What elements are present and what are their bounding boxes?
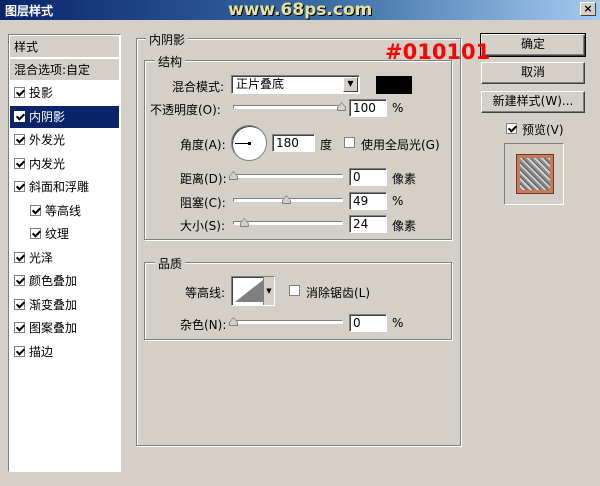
styles-list: 样式 混合选项:自定 投影内阴影外发光内发光斜面和浮雕等高线纹理光泽颜色叠加渐变…	[8, 34, 121, 472]
style-item-label: 内阴影	[29, 109, 66, 124]
distance-slider[interactable]	[229, 171, 343, 180]
choke-label: 阻塞(C):	[180, 196, 226, 210]
style-item-checkbox[interactable]	[14, 87, 25, 98]
angle-hub	[248, 142, 251, 145]
noise-unit: %	[392, 316, 404, 330]
style-item-label: 渐变叠加	[29, 297, 78, 312]
preview-checkbox[interactable]	[506, 123, 517, 134]
choke-input[interactable]: 49	[349, 192, 387, 210]
distance-unit: 像素	[392, 172, 417, 186]
style-item-label: 描边	[29, 344, 54, 359]
noise-label: 杂色(N):	[180, 318, 227, 332]
style-preview	[504, 143, 564, 205]
style-item[interactable]: 内阴影	[10, 105, 119, 128]
style-item[interactable]: 内发光	[10, 153, 119, 175]
watermark-text: www.68ps.com	[228, 0, 373, 20]
style-item-checkbox[interactable]	[14, 298, 25, 310]
anti-alias-label: 消除锯齿(L)	[306, 286, 371, 300]
close-button[interactable]: ×	[580, 2, 596, 16]
chevron-down-icon: ▼	[343, 77, 358, 92]
contour-label: 等高线:	[185, 286, 226, 300]
blend-mode-select[interactable]: 正片叠底 ▼	[231, 75, 360, 94]
opacity-label: 不透明度(O):	[150, 103, 221, 117]
angle-input[interactable]: 180	[272, 134, 315, 152]
preview-thumbnail	[516, 154, 554, 194]
angle-dial[interactable]	[231, 125, 267, 161]
global-light-label: 使用全局光(G)	[361, 138, 440, 152]
style-item[interactable]: 纹理	[10, 223, 119, 245]
global-light-checkbox[interactable]	[344, 137, 355, 148]
style-item-label: 纹理	[45, 227, 70, 241]
style-item-label: 等高线	[45, 203, 82, 218]
shadow-color-swatch[interactable]	[376, 76, 412, 94]
angle-unit: 度	[320, 138, 333, 152]
choke-unit: %	[392, 194, 404, 208]
blend-mode-label: 混合模式:	[172, 80, 225, 94]
style-item-checkbox[interactable]	[14, 134, 25, 145]
style-item-label: 图案叠加	[29, 321, 78, 335]
layer-style-dialog: 图层样式 www.68ps.com × #010101 样式 混合选项:自定 投…	[0, 0, 600, 486]
new-style-button[interactable]: 新建样式(W)...	[481, 91, 585, 113]
style-item-checkbox[interactable]	[14, 275, 25, 286]
noise-input[interactable]: 0	[349, 314, 387, 332]
size-label: 大小(S):	[180, 219, 226, 233]
inner-shadow-title: 内阴影	[146, 31, 189, 48]
style-item-label: 投影	[29, 86, 54, 100]
blend-options-item[interactable]: 混合选项:自定	[10, 59, 119, 81]
style-item-label: 外发光	[29, 133, 66, 147]
style-item-checkbox[interactable]	[14, 322, 25, 333]
size-input[interactable]: 24	[349, 215, 387, 233]
cancel-button[interactable]: 取消	[481, 62, 585, 84]
style-item-checkbox[interactable]	[30, 228, 41, 239]
style-item[interactable]: 渐变叠加	[10, 294, 119, 316]
styles-header[interactable]: 样式	[10, 36, 119, 58]
style-item-checkbox[interactable]	[14, 345, 25, 357]
distance-label: 距离(D):	[180, 172, 227, 186]
style-item-label: 颜色叠加	[29, 274, 78, 288]
distance-input[interactable]: 0	[349, 168, 387, 186]
style-item[interactable]: 等高线	[10, 200, 119, 222]
size-unit: 像素	[392, 219, 417, 233]
style-item[interactable]: 颜色叠加	[10, 270, 119, 292]
ok-button[interactable]: 确定	[480, 33, 586, 57]
style-item[interactable]: 投影	[10, 82, 119, 104]
opacity-input[interactable]: 100	[349, 99, 387, 117]
quality-title: 品质	[155, 255, 186, 272]
size-slider[interactable]	[233, 218, 343, 227]
style-item-checkbox[interactable]	[14, 110, 25, 122]
preview-label: 预览(V)	[522, 123, 564, 137]
style-item[interactable]: 外发光	[10, 129, 119, 151]
choke-slider[interactable]	[233, 195, 343, 204]
style-item-checkbox[interactable]	[30, 204, 41, 216]
style-item[interactable]: 描边	[10, 341, 119, 363]
style-item[interactable]: 图案叠加	[10, 317, 119, 339]
opacity-unit: %	[392, 101, 404, 115]
style-item-label: 光泽	[29, 250, 54, 265]
noise-slider[interactable]	[229, 317, 343, 326]
structure-title: 结构	[155, 53, 186, 70]
style-item-checkbox[interactable]	[14, 181, 25, 192]
angle-label: 角度(A):	[180, 138, 226, 152]
style-item-label: 斜面和浮雕	[29, 180, 90, 194]
style-item-checkbox[interactable]	[14, 251, 25, 263]
contour-picker[interactable]: ▼	[231, 276, 275, 306]
style-item-checkbox[interactable]	[14, 157, 25, 169]
contour-curve-icon	[235, 280, 263, 302]
style-item[interactable]: 斜面和浮雕	[10, 176, 119, 198]
blend-mode-value: 正片叠底	[236, 77, 285, 91]
anti-alias-checkbox[interactable]	[289, 285, 300, 296]
preview-texture	[520, 158, 550, 190]
chevron-down-icon[interactable]: ▼	[263, 277, 274, 305]
style-item-label: 内发光	[29, 156, 66, 171]
style-item[interactable]: 光泽	[10, 247, 119, 269]
window-title: 图层样式	[5, 4, 54, 18]
title-bar[interactable]: 图层样式 www.68ps.com ×	[0, 0, 600, 20]
color-annotation: #010101	[385, 40, 491, 64]
opacity-slider[interactable]	[233, 102, 346, 111]
